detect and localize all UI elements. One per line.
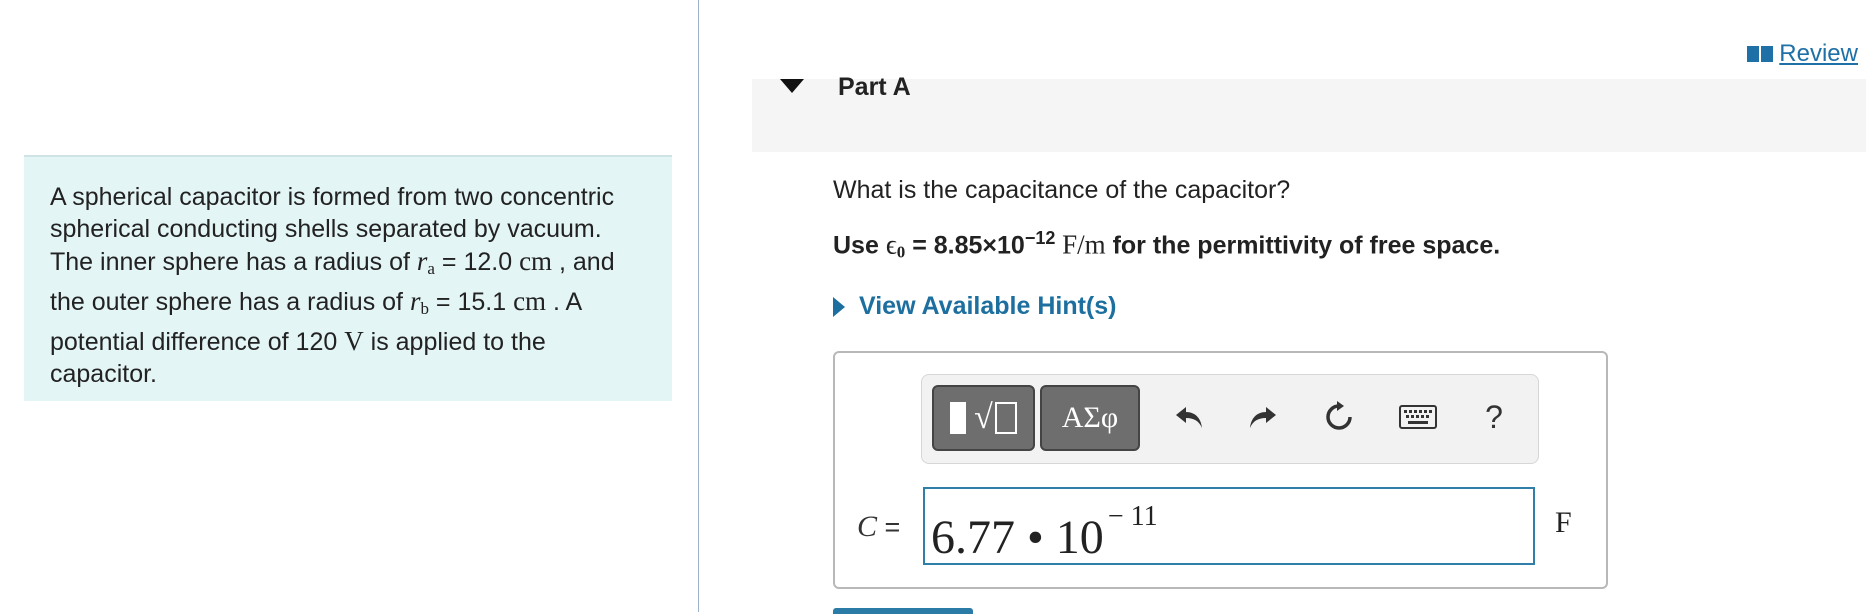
review-label: Review bbox=[1779, 40, 1858, 67]
epsilon-symbol: ϵ bbox=[885, 229, 897, 260]
problem-statement: A spherical capacitor is formed from two… bbox=[24, 155, 672, 401]
review-link[interactable]: Review bbox=[1747, 40, 1858, 68]
voltage-unit: V bbox=[344, 326, 364, 356]
greek-button[interactable]: ΑΣφ bbox=[1040, 385, 1140, 451]
box-icon bbox=[994, 402, 1017, 434]
ra-unit: cm bbox=[519, 246, 553, 276]
reset-icon bbox=[1326, 401, 1352, 430]
answer-panel: √ ΑΣφ ? C = 6.77 • 10− 11 F bbox=[833, 351, 1608, 589]
permittivity-exponent: −12 bbox=[1024, 228, 1056, 248]
answer-input[interactable]: 6.77 • 10− 11 bbox=[923, 487, 1535, 565]
keyboard-icon bbox=[1399, 405, 1437, 429]
expand-caret-icon bbox=[833, 296, 845, 317]
answer-exponent: − 11 bbox=[1107, 501, 1158, 532]
keyboard-button[interactable] bbox=[1398, 397, 1438, 437]
permittivity-value: = 8.85×10 bbox=[905, 231, 1025, 260]
answer-unit: F bbox=[1555, 506, 1572, 539]
help-button[interactable]: ? bbox=[1474, 397, 1514, 437]
permittivity-unit: F/m bbox=[1055, 229, 1106, 260]
templates-button[interactable]: √ bbox=[932, 385, 1035, 451]
redo-button[interactable] bbox=[1242, 397, 1282, 437]
ra-subscript: a bbox=[427, 259, 435, 278]
answer-mantissa: 6.77 • 10 bbox=[931, 511, 1104, 564]
question-text: What is the capacitance of the capacitor… bbox=[833, 176, 1291, 204]
permittivity-note: Use ϵ0 = 8.85×10−12 F/m for the permitti… bbox=[833, 228, 1500, 262]
part-title: Part A bbox=[838, 73, 911, 101]
book-icon bbox=[1747, 46, 1774, 62]
rb-subscript: b bbox=[420, 299, 429, 318]
pane-divider bbox=[698, 0, 699, 612]
collapse-caret-icon[interactable] bbox=[780, 79, 804, 93]
rb-value: = 15.1 bbox=[428, 288, 514, 316]
radical-icon: √ bbox=[974, 399, 993, 436]
answer-variable-label: C = bbox=[857, 510, 900, 544]
submit-button[interactable] bbox=[833, 608, 973, 614]
equals-sign: = bbox=[877, 512, 901, 542]
epsilon-subscript: 0 bbox=[896, 242, 906, 262]
answer-value: 6.77 • 10− 11 bbox=[931, 501, 1158, 565]
rb-symbol: r bbox=[409, 286, 421, 316]
help-icon: ? bbox=[1485, 398, 1503, 435]
redo-icon bbox=[1250, 407, 1276, 428]
greek-icon: ΑΣφ bbox=[1061, 401, 1119, 434]
ra-value: = 12.0 bbox=[434, 248, 520, 276]
variable-c: C bbox=[857, 510, 878, 543]
math-toolbar: √ ΑΣφ ? bbox=[921, 374, 1539, 464]
ra-symbol: r bbox=[416, 246, 428, 276]
use-prefix: Use bbox=[833, 231, 886, 260]
templates-icon bbox=[950, 402, 967, 434]
part-header[interactable]: Part A bbox=[752, 73, 1866, 152]
view-hints-toggle[interactable]: View Available Hint(s) bbox=[833, 292, 1116, 321]
rb-unit: cm bbox=[513, 286, 547, 316]
hint-label: View Available Hint(s) bbox=[859, 292, 1117, 320]
reset-button[interactable] bbox=[1319, 397, 1359, 437]
undo-icon bbox=[1176, 407, 1202, 428]
undo-button[interactable] bbox=[1170, 397, 1210, 437]
use-suffix: for the permittivity of free space. bbox=[1105, 231, 1501, 260]
